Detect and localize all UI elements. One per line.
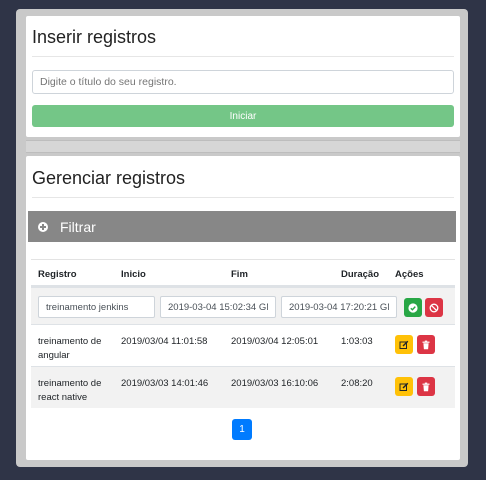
section-separator xyxy=(26,140,460,153)
filter-toggle[interactable]: Filtrar xyxy=(28,211,456,242)
edit-icon xyxy=(399,340,409,349)
row-title: treinamento de angular xyxy=(38,336,102,361)
filter-label: Filtrar xyxy=(60,218,96,235)
delete-button[interactable] xyxy=(417,335,435,354)
row-duration: 1:03:03 xyxy=(341,336,373,347)
header-registro: Registro xyxy=(38,269,77,280)
plus-circle-icon xyxy=(38,221,48,232)
row-start: 2019/03/04 11:01:58 xyxy=(121,336,208,347)
edit-button[interactable] xyxy=(395,377,413,396)
insert-divider xyxy=(32,56,454,57)
row-end: 2019/03/03 16:10:06 xyxy=(231,378,319,389)
manage-title: Gerenciar registros xyxy=(32,168,186,188)
edit-start-input[interactable] xyxy=(160,296,276,318)
manage-card: Gerenciar registros Filtrar Registro Ini… xyxy=(26,156,460,460)
header-acoes: Ações xyxy=(395,269,424,280)
check-circle-icon xyxy=(408,302,418,313)
row-start: 2019/03/03 14:01:46 xyxy=(121,378,209,389)
edit-title-input[interactable] xyxy=(38,296,155,318)
manage-divider xyxy=(32,197,454,198)
trash-icon xyxy=(422,382,430,391)
header-inicio: Inicio xyxy=(121,269,146,280)
edit-end-input[interactable] xyxy=(281,296,397,318)
edit-button[interactable] xyxy=(395,335,413,354)
confirm-button[interactable] xyxy=(404,298,422,317)
record-title-input[interactable] xyxy=(32,70,454,94)
row-end: 2019/03/04 12:05:01 xyxy=(231,336,319,347)
row-title: treinamento de react native xyxy=(38,378,102,403)
records-table: Registro Inicio Fim Duração Ações treina… xyxy=(31,259,455,408)
insert-title: Inserir registros xyxy=(32,27,157,47)
header-duracao: Duração xyxy=(341,269,380,280)
ban-icon xyxy=(429,303,439,312)
insert-card: Inserir registros Iniciar xyxy=(26,16,460,137)
delete-button[interactable] xyxy=(417,377,435,396)
cancel-button[interactable] xyxy=(425,298,443,317)
table-row: treinamento de angular 2019/03/04 11:01:… xyxy=(31,324,455,366)
header-fim: Fim xyxy=(231,269,248,280)
table-header: Registro Inicio Fim Duração Ações xyxy=(31,259,455,287)
edit-icon xyxy=(399,382,409,391)
start-button[interactable]: Iniciar xyxy=(32,105,454,127)
edit-row xyxy=(31,287,455,324)
trash-icon xyxy=(422,340,430,349)
row-duration: 2:08:20 xyxy=(341,378,373,389)
page-button-1[interactable]: 1 xyxy=(232,419,252,440)
table-row: treinamento de react native 2019/03/03 1… xyxy=(31,366,455,408)
